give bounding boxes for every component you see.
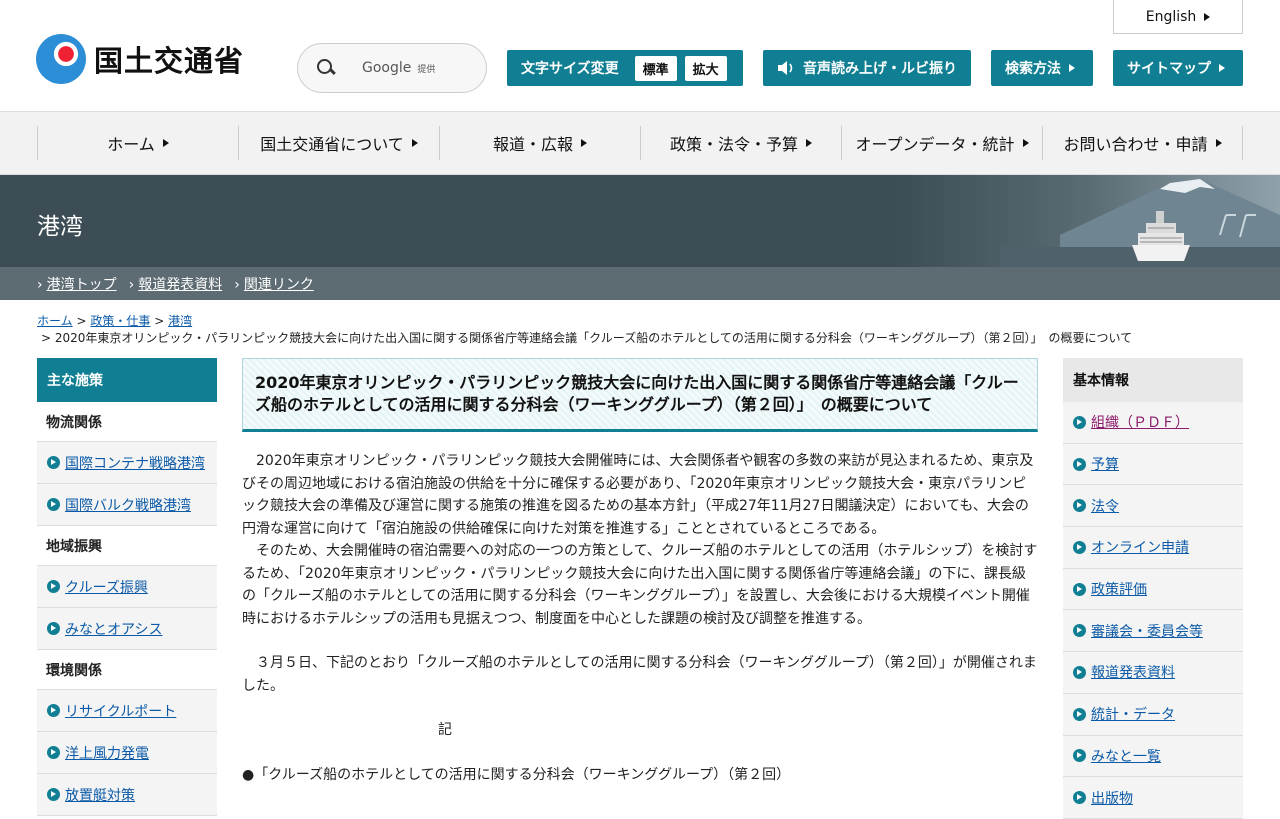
triangle-right-icon xyxy=(806,139,812,147)
category-environment: 環境関係 xyxy=(37,650,217,690)
arrow-circle-icon xyxy=(47,580,60,593)
sidebar-item-port-list[interactable]: みなと一覧 xyxy=(1063,735,1243,778)
english-button[interactable]: English xyxy=(1113,0,1243,34)
breadcrumb: ホーム > 政策・仕事 > 港湾 > 2020年東京オリンピック・パラリンピック… xyxy=(37,313,1247,347)
breadcrumb-port[interactable]: 港湾 xyxy=(168,314,192,328)
article-body: 2020年東京オリンピック・パラリンピック競技大会開催時には、大会関係者や観客の… xyxy=(242,450,1038,786)
right-sidebar: 基本情報 組織（ＰＤＦ） 予算 法令 オンライン申請 政策評価 審議会・委員会等… xyxy=(1063,358,1243,819)
meeting-bullet: ●「クルーズ船のホテルとしての活用に関する分科会（ワーキンググループ）（第２回） xyxy=(242,766,791,783)
left-sidebar: 主な施策 物流関係 国際コンテナ戦略港湾 国際バルク戦略港湾 地域振興 クルーズ… xyxy=(37,358,217,816)
cruise-ship-icon xyxy=(1132,211,1190,261)
gnav-contact[interactable]: お問い合わせ・申請 xyxy=(1042,126,1243,160)
paragraph-meeting: ３月５日、下記のとおり「クルーズ船のホテルとしての活用に関する分科会（ワーキング… xyxy=(242,655,1037,694)
paragraph-purpose: そのため、大会開催時の宿泊需要への対応の一つの方策として、クルーズ船のホテルとし… xyxy=(242,543,1038,627)
triangle-right-icon xyxy=(581,139,587,147)
sidebar-item-minato-oasis[interactable]: みなとオアシス xyxy=(37,608,217,650)
triangle-right-icon xyxy=(1069,64,1075,72)
sidebar-item-publications[interactable]: 出版物 xyxy=(1063,777,1243,819)
right-sidebar-heading: 基本情報 xyxy=(1063,358,1243,402)
sidebar-item-online-application[interactable]: オンライン申請 xyxy=(1063,527,1243,569)
paragraph-intro: 2020年東京オリンピック・パラリンピック競技大会開催時には、大会関係者や観客の… xyxy=(242,453,1034,537)
arrow-circle-icon xyxy=(1073,582,1086,596)
breadcrumb-current: > 2020年東京オリンピック・パラリンピック競技大会に向けた出入国に関する関係… xyxy=(41,331,1133,345)
gnav-opendata[interactable]: オープンデータ・統計 xyxy=(841,126,1042,160)
triangle-right-icon xyxy=(1204,12,1211,21)
sidebar-item-abandoned-boats[interactable]: 放置艇対策 xyxy=(37,774,217,816)
subnav-press-release[interactable]: 報道発表資料 xyxy=(129,274,222,294)
arrow-circle-icon xyxy=(47,746,60,759)
subnav-port-top[interactable]: 港湾トップ xyxy=(37,274,117,294)
notation-ki: 記 xyxy=(438,722,452,738)
speaker-icon xyxy=(778,61,793,75)
search-input[interactable]: Google 提供 xyxy=(297,43,487,93)
search-icon[interactable] xyxy=(316,58,336,78)
subnav-related-links[interactable]: 関連リンク xyxy=(234,274,314,294)
mlit-logo[interactable]: 国土交通省 xyxy=(36,34,244,84)
arrow-circle-icon xyxy=(47,788,60,801)
gnav-about[interactable]: 国土交通省について xyxy=(238,126,439,160)
arrow-circle-icon xyxy=(1073,665,1086,679)
triangle-right-icon xyxy=(1022,139,1029,147)
section-title: 港湾 xyxy=(37,214,83,240)
left-sidebar-heading: 主な施策 xyxy=(37,358,217,402)
triangle-right-icon xyxy=(1215,139,1222,147)
category-logistics: 物流関係 xyxy=(37,402,217,442)
arrow-circle-icon xyxy=(47,704,60,717)
font-size-control: 文字サイズ変更 標準 拡大 xyxy=(507,50,743,86)
page-title: 2020年東京オリンピック・パラリンピック競技大会に向けた出入国に関する関係省庁… xyxy=(242,358,1038,432)
arrow-circle-icon xyxy=(1073,749,1086,763)
breadcrumb-home[interactable]: ホーム xyxy=(37,314,73,328)
arrow-circle-icon xyxy=(47,456,60,469)
category-regional: 地域振興 xyxy=(37,526,217,566)
sidebar-item-organization-pdf[interactable]: 組織（ＰＤＦ） xyxy=(1063,402,1243,444)
mlit-logo-mark-icon xyxy=(36,34,86,84)
arrow-circle-icon xyxy=(47,622,60,635)
sidebar-item-container-port[interactable]: 国際コンテナ戦略港湾 xyxy=(37,442,217,484)
sidebar-item-offshore-wind[interactable]: 洋上風力発電 xyxy=(37,732,217,774)
arrow-circle-icon xyxy=(1073,791,1086,805)
arrow-circle-icon xyxy=(47,498,60,511)
arrow-circle-icon xyxy=(1073,540,1086,554)
font-size-label: 文字サイズ変更 xyxy=(521,61,619,77)
arrow-circle-icon xyxy=(1073,707,1086,721)
section-banner: 港湾 xyxy=(0,175,1280,267)
sidebar-item-laws[interactable]: 法令 xyxy=(1063,485,1243,528)
sidebar-item-policy-evaluation[interactable]: 政策評価 xyxy=(1063,568,1243,611)
logo-text: 国土交通省 xyxy=(94,44,245,78)
arrow-circle-icon xyxy=(1073,499,1086,513)
gnav-home[interactable]: ホーム xyxy=(37,126,238,160)
gnav-policy[interactable]: 政策・法令・予算 xyxy=(640,126,841,160)
search-method-button[interactable]: 検索方法 xyxy=(991,50,1093,86)
arrow-circle-icon xyxy=(1073,457,1086,471)
arrow-circle-icon xyxy=(1073,624,1086,638)
font-standard-button[interactable]: 標準 xyxy=(634,55,677,81)
sidebar-item-recycle-port[interactable]: リサイクルポート xyxy=(37,690,217,732)
sidebar-item-press-release[interactable]: 報道発表資料 xyxy=(1063,652,1243,694)
site-header: 国土交通省 Google 提供 English 文字サイズ変更 標準 拡大 音声読… xyxy=(0,0,1280,112)
font-large-button[interactable]: 拡大 xyxy=(684,55,727,81)
sidebar-item-cruise[interactable]: クルーズ振興 xyxy=(37,566,217,608)
triangle-right-icon xyxy=(411,139,418,147)
sidebar-item-bulk-port[interactable]: 国際バルク戦略港湾 xyxy=(37,484,217,526)
section-subnav: 港湾トップ 報道発表資料 関連リンク xyxy=(0,267,1280,300)
arrow-circle-icon xyxy=(1073,415,1086,429)
breadcrumb-policy[interactable]: 政策・仕事 xyxy=(90,314,150,328)
speech-button[interactable]: 音声読み上げ・ルビ振り xyxy=(763,50,971,86)
gnav-press[interactable]: 報道・広報 xyxy=(439,126,640,160)
sidebar-item-councils[interactable]: 審議会・委員会等 xyxy=(1063,610,1243,653)
sidebar-item-statistics[interactable]: 統計・データ xyxy=(1063,693,1243,736)
triangle-right-icon xyxy=(1219,64,1225,72)
global-nav: ホーム 国土交通省について 報道・広報 政策・法令・予算 オープンデータ・統計 … xyxy=(0,112,1280,175)
sitemap-button[interactable]: サイトマップ xyxy=(1113,50,1243,86)
main-content: 2020年東京オリンピック・パラリンピック競技大会に向けた出入国に関する関係省庁… xyxy=(242,358,1038,786)
sidebar-item-budget[interactable]: 予算 xyxy=(1063,443,1243,486)
google-label: Google 提供 xyxy=(362,60,436,76)
triangle-right-icon xyxy=(162,139,169,147)
